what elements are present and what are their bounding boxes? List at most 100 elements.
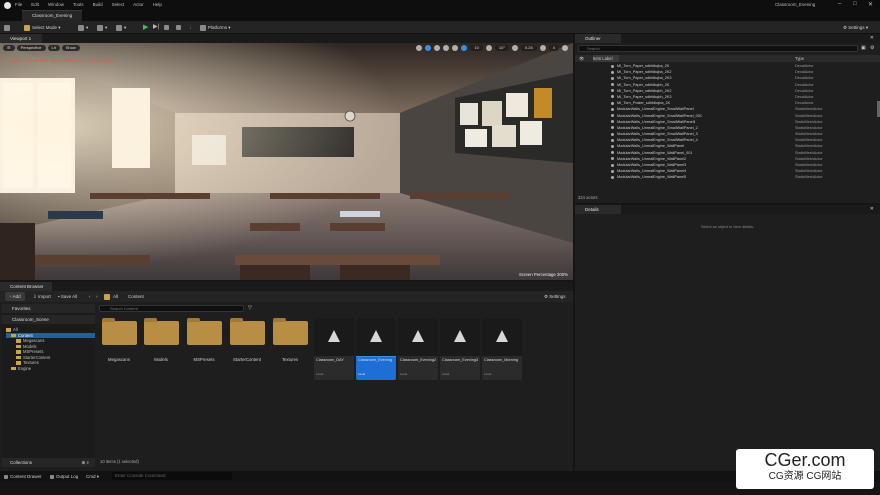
output-log-button[interactable]: Output Log	[50, 472, 78, 481]
details-close-icon[interactable]: ✕	[870, 206, 874, 212]
asset-classroom-evening3[interactable]: Classroom_Evening3 Level	[440, 318, 480, 380]
breadcrumb-all[interactable]: All	[113, 292, 118, 301]
menu-file[interactable]: File	[15, 2, 22, 7]
menu-actor[interactable]: Actor	[133, 2, 144, 7]
watermark-logo: CGer.com CG资源 CG网站	[736, 449, 874, 489]
settings-dropdown[interactable]: ⚙ Settings ▾	[843, 23, 868, 32]
console-command-input[interactable]: Enter Console Command	[112, 472, 232, 480]
details-tab[interactable]: Details	[575, 205, 621, 214]
details-empty-message: Select an object to view details.	[701, 225, 754, 229]
import-button[interactable]: ⇩ Import	[33, 292, 51, 301]
asset-classroom-evening[interactable]: Classroom_Evening Level	[356, 318, 396, 380]
play-icon[interactable]: ▶	[143, 23, 148, 32]
outliner-close-icon[interactable]: ✕	[870, 35, 874, 41]
cinematics-icon[interactable]: ▾	[116, 23, 126, 32]
breadcrumb-content[interactable]: Content	[128, 292, 144, 301]
favorites-header[interactable]: Favorites	[2, 304, 95, 313]
save-all-label: Save All	[60, 294, 78, 299]
menu-help[interactable]: Help	[153, 2, 162, 7]
scale-snap-icon[interactable]	[511, 45, 518, 51]
grid-size[interactable]: 10	[470, 45, 483, 51]
filter-icon[interactable]: ▽	[248, 305, 252, 311]
blueprint-icon[interactable]: ▾	[97, 23, 107, 32]
select-icon[interactable]	[416, 45, 423, 51]
asset-classroom-evening2[interactable]: Classroom_Evening2 Level	[398, 318, 438, 380]
unreal-logo-icon[interactable]	[4, 1, 11, 9]
project-root-header[interactable]: Classroom_Scene	[2, 315, 95, 324]
save-all-button[interactable]: ▪ Save All	[58, 292, 77, 301]
menu-build[interactable]: Build	[93, 2, 103, 7]
item-label-column[interactable]: Item Label	[593, 55, 613, 62]
collections-label: Collections	[10, 460, 33, 465]
rotation-snap-icon[interactable]	[485, 45, 492, 51]
add-folder-icon[interactable]: ▣	[861, 45, 866, 51]
viewport-tab[interactable]: Viewport 1	[0, 34, 42, 43]
asset-classroom-day[interactable]: Classroom_DAY Level	[314, 318, 354, 380]
platforms-dropdown[interactable]: Platforms ▾	[200, 23, 231, 32]
menu-select[interactable]: Select	[112, 2, 125, 7]
outliner-settings-icon[interactable]: ⚙	[870, 45, 874, 51]
step-icon[interactable]: ▶|	[153, 23, 159, 32]
maximize-icon[interactable]: □	[853, 1, 857, 7]
folder-textures[interactable]: Textures	[272, 318, 308, 362]
details-tab-bar: Details ✕	[575, 205, 880, 214]
outliner-row[interactable]: ModularWalls_UnrealEngine_WallPanel5 Stat…	[575, 174, 880, 180]
minimize-icon[interactable]: –	[838, 1, 841, 7]
lit-mode-button[interactable]: Lit	[47, 45, 60, 51]
cb-settings-button[interactable]: ⚙ Settings	[544, 292, 566, 301]
stop-icon[interactable]	[164, 23, 171, 32]
cmd-dropdown[interactable]: Cmd ▾	[86, 472, 99, 481]
collections-header[interactable]: Collections ⊕ ⌕	[2, 458, 95, 467]
content-search-input[interactable]: Search Content	[99, 305, 244, 312]
content-drawer-button[interactable]: Content Drawer	[4, 472, 42, 481]
add-content-icon[interactable]: ▾	[78, 23, 88, 32]
folder-icon[interactable]	[104, 292, 112, 301]
perspective-button[interactable]: Perspective	[16, 45, 46, 51]
menu-edit[interactable]: Edit	[31, 2, 39, 7]
rotation-snap-value[interactable]: 10°	[494, 45, 509, 51]
asset-name: Classroom_Evening2	[400, 358, 437, 362]
type-column[interactable]: Type	[795, 55, 804, 62]
viewport-menu-button[interactable]: ☰	[3, 45, 15, 51]
camera-speed-icon[interactable]	[539, 45, 546, 51]
select-mode-dropdown[interactable]: Select Mode ▾	[24, 23, 61, 32]
save-icon[interactable]	[4, 23, 12, 32]
level-tab-label: Classroom_Evening	[32, 13, 73, 18]
menu-bar: File Edit Window Tools Build Select Acto…	[0, 0, 880, 9]
lighting-warning: LIGHTING NEEDS TO BE REBUILT (1 unbuilt …	[12, 58, 115, 63]
folder-models[interactable]: Models	[143, 318, 179, 362]
asset-classroom-morning[interactable]: Classroom_Morning Level	[482, 318, 522, 380]
close-icon[interactable]: ✕	[868, 1, 873, 8]
menu-tools[interactable]: Tools	[73, 2, 84, 7]
outliner-search-input[interactable]: Search	[578, 45, 858, 52]
eject-icon[interactable]	[176, 23, 183, 32]
folder-megascans[interactable]: Megascans	[101, 318, 137, 362]
back-icon[interactable]: ‹	[89, 292, 91, 301]
level-tab[interactable]: Classroom_Evening	[22, 10, 82, 21]
visibility-column-icon[interactable]: 👁	[579, 55, 584, 62]
folder-startercontent[interactable]: StarterContent	[229, 318, 265, 362]
grid-snap-icon[interactable]	[461, 45, 468, 51]
folder-label: Megascans	[108, 357, 130, 362]
menu-window[interactable]: Window	[48, 2, 64, 7]
add-collection-icon[interactable]: ⊕ ⌕	[81, 458, 89, 467]
level-thumbnail-icon	[356, 318, 396, 357]
level-viewport[interactable]: ☰ Perspective Lit Show 10 10° 0.25 4 LIG…	[0, 43, 573, 280]
content-browser-tab[interactable]: Content Browser	[0, 282, 52, 291]
translate-icon[interactable]	[425, 45, 432, 51]
more-icon[interactable]: ⋮	[188, 23, 193, 32]
camera-speed-value[interactable]: 4	[548, 45, 559, 51]
tree-item-engine[interactable]: Engine	[6, 366, 95, 372]
asset-type: Level	[442, 372, 450, 376]
scale-snap-value[interactable]: 0.25	[520, 45, 537, 51]
outliner-row-type: StaticMeshActor	[795, 175, 823, 180]
forward-icon[interactable]: ›	[96, 292, 98, 301]
add-button[interactable]: + Add	[5, 292, 25, 301]
outliner-tab[interactable]: Outliner	[575, 34, 621, 43]
rotate-icon[interactable]	[434, 45, 441, 51]
maximize-viewport-icon[interactable]	[562, 45, 568, 51]
show-button[interactable]: Show	[61, 45, 80, 51]
scale-icon[interactable]	[443, 45, 450, 51]
world-local-icon[interactable]	[452, 45, 459, 51]
folder-mspresets[interactable]: MSPresets	[186, 318, 222, 362]
